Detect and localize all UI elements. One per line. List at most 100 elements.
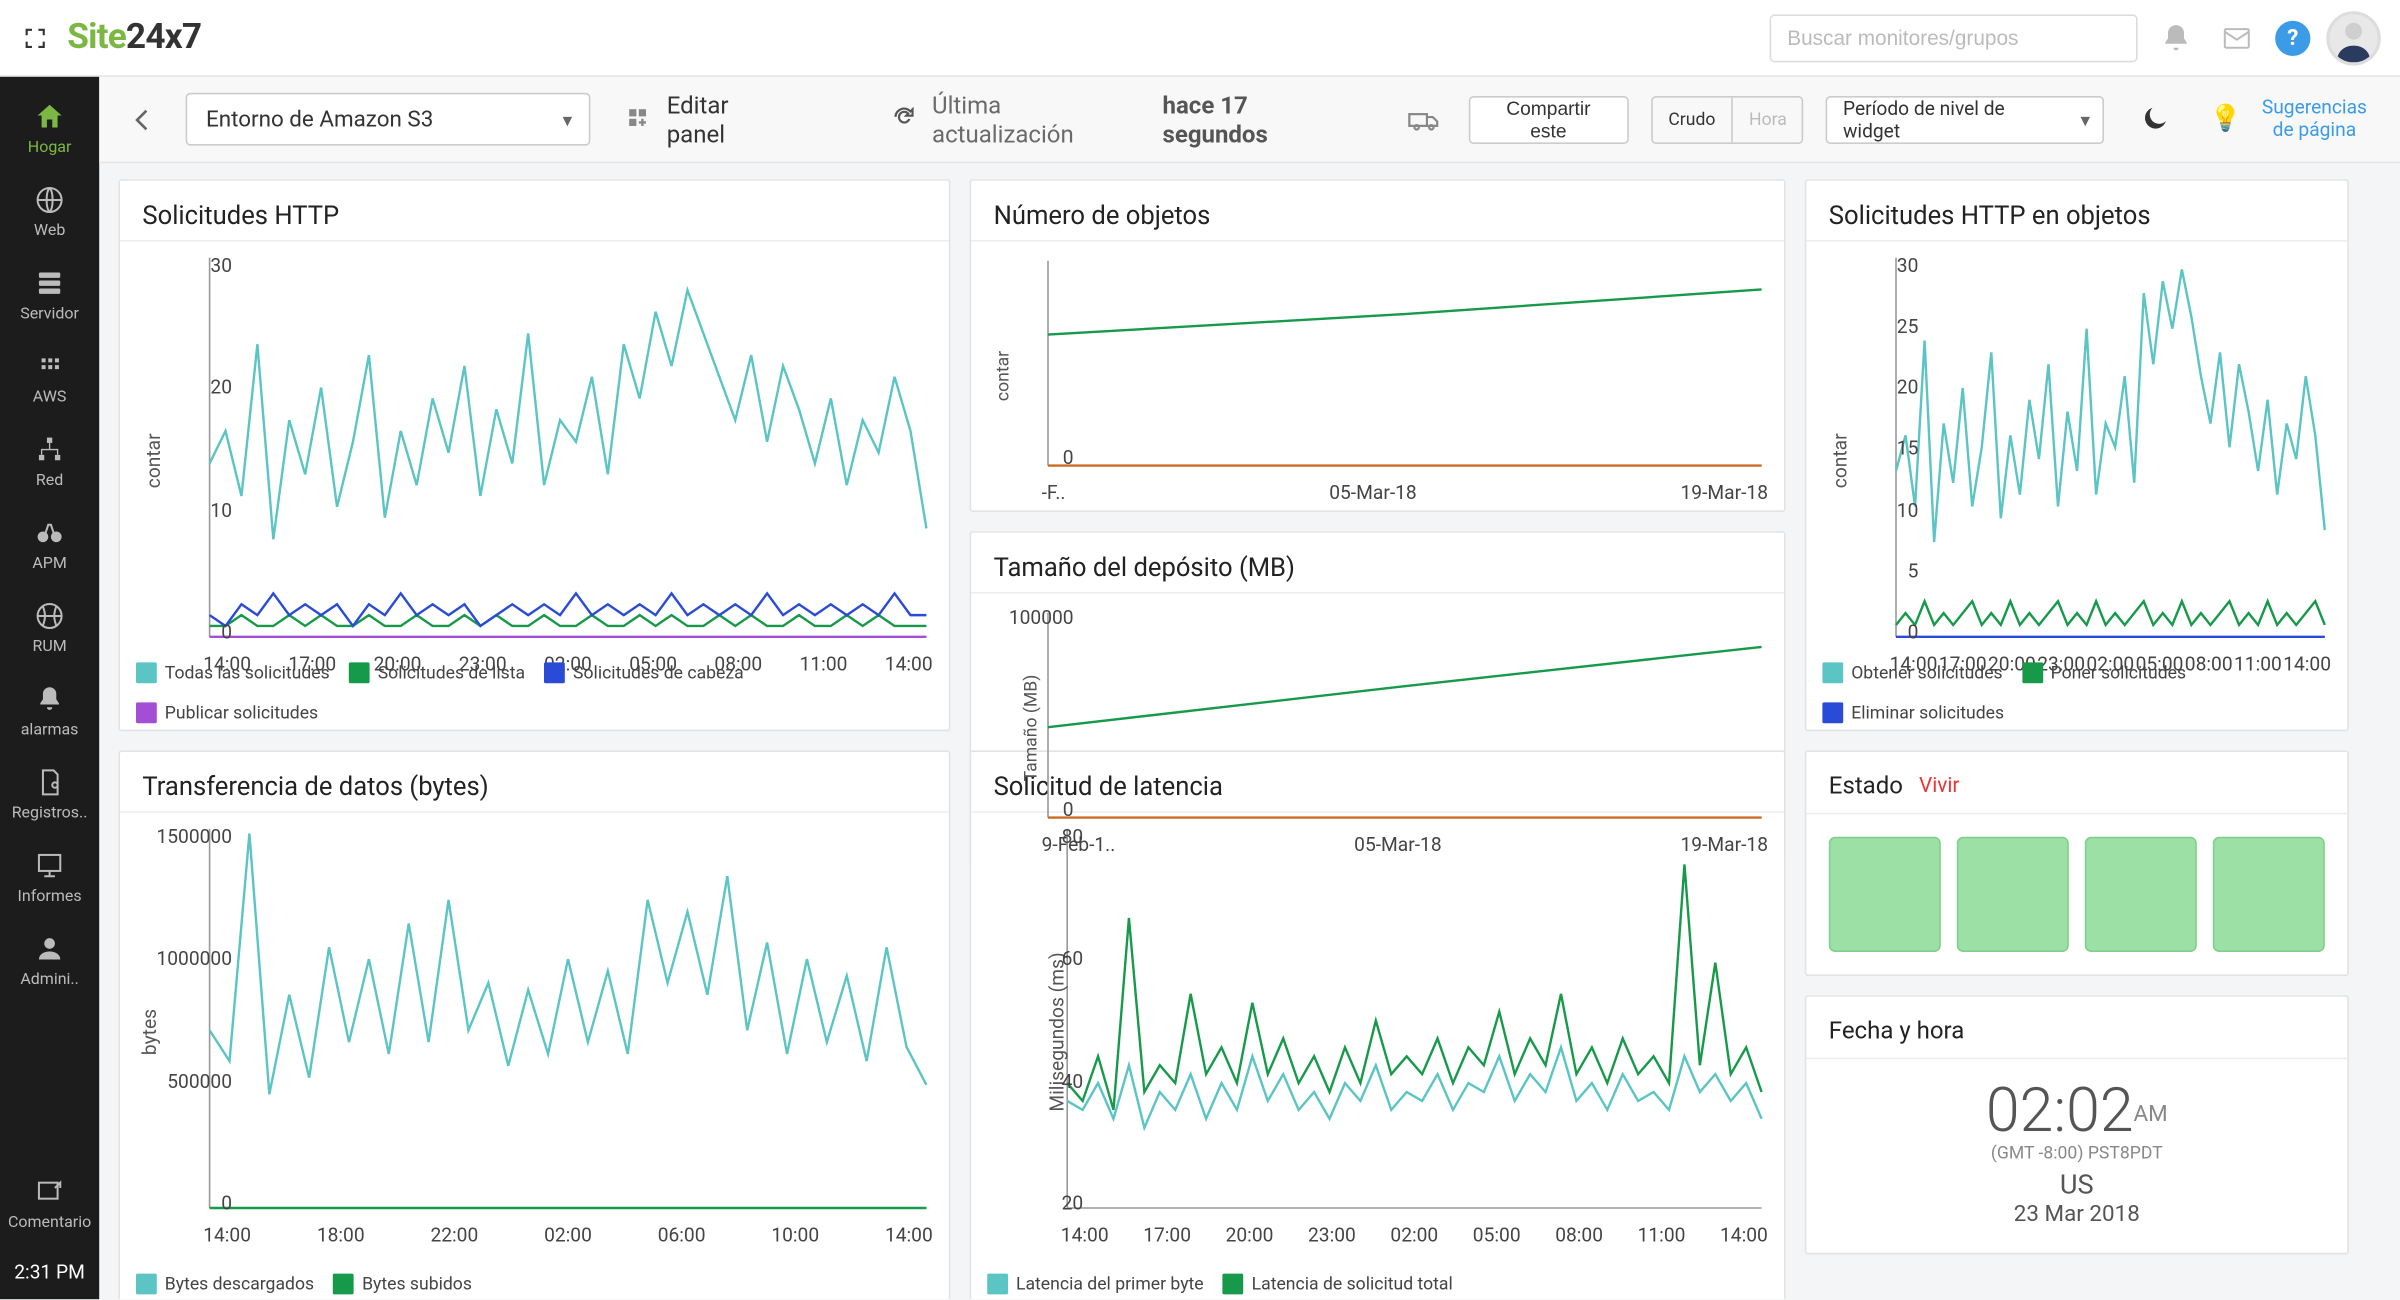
x-ticks: 14:0018:0022:0002:0006:0010:0014:00 <box>203 1221 933 1247</box>
page-suggestions-link[interactable]: 💡 Sugerencias de página <box>2210 97 2378 141</box>
left-sidebar: Hogar Web Servidor AWS Red APM RUM alarm… <box>0 77 99 1299</box>
chart-objcount[interactable]: contar 0 -F..05-Mar-1819-Mar-18 <box>971 242 1784 511</box>
sidebar-label: Red <box>36 472 63 490</box>
sidebar-label: Web <box>34 222 65 240</box>
globe-icon <box>32 182 67 217</box>
x-ticks: -F..05-Mar-1819-Mar-18 <box>1042 482 1768 504</box>
panel-http-objects: Solicitudes HTTP en objetos contar 05101… <box>1805 179 2349 731</box>
chart-latency[interactable]: Milisegundos (ms) 20406080 14:0017:0020:… <box>971 813 1784 1299</box>
y-label: contar <box>992 351 1013 401</box>
sidebar-label: Hogar <box>28 139 72 157</box>
last-update-label: Última actualización <box>932 90 1147 148</box>
bell2-icon <box>32 682 67 717</box>
sidebar-label: Comentario <box>8 1214 91 1232</box>
panel-object-count: Número de objetos contar 0 -F..05-Mar-18… <box>970 179 1786 512</box>
panel-title: Estado <box>1829 771 1903 800</box>
chart-httpobj[interactable]: contar 051015202530 14:0017:0020:0023:00… <box>1806 242 2347 730</box>
dt-date: 23 Mar 2018 <box>1822 1202 2331 1228</box>
sidebar-item-feedback[interactable]: Comentario <box>0 1162 99 1245</box>
bell-icon[interactable] <box>2154 15 2199 60</box>
sidebar-item-alarms[interactable]: alarmas <box>0 669 99 752</box>
truck-icon[interactable] <box>1402 97 1446 142</box>
bulb-icon: 💡 <box>2210 104 2242 133</box>
y-ticks: 20406080 <box>1003 826 1083 1215</box>
dark-mode-icon[interactable] <box>2140 102 2175 137</box>
globe2-icon <box>32 598 67 633</box>
sidebar-clock: 2:31 PM <box>0 1245 99 1299</box>
aws-icon <box>32 349 67 384</box>
file-icon <box>32 765 67 800</box>
dt-time: 02:02 <box>1986 1077 2134 1147</box>
y-ticks: 0 <box>1019 254 1073 468</box>
panel-data-transfer: Transferencia de datos (bytes) bytes 050… <box>118 750 950 1299</box>
sidebar-item-admin[interactable]: Admini.. <box>0 918 99 1001</box>
user-avatar[interactable] <box>2326 10 2380 64</box>
legend: Latencia del primer byteLatencia de soli… <box>987 1274 1768 1295</box>
help-icon[interactable]: ? <box>2275 20 2310 55</box>
dt-timezone: (GMT -8:00) PST8PDT <box>1822 1142 2331 1163</box>
pencil-icon <box>32 1174 67 1209</box>
sidebar-item-reports[interactable]: Informes <box>0 835 99 918</box>
sidebar-label: AWS <box>33 389 67 407</box>
brand-site: Site <box>67 18 126 58</box>
sidebar-item-home[interactable]: Hogar <box>0 86 99 169</box>
status-box[interactable] <box>2213 837 2325 952</box>
sidebar-item-server[interactable]: Servidor <box>0 253 99 336</box>
dashboard-toolbar: Entorno de Amazon S3 Editar panel Última… <box>99 77 2400 163</box>
sidebar-label: Informes <box>18 888 82 906</box>
environment-value: Entorno de Amazon S3 <box>206 106 433 132</box>
panel-status: Estado Vivir <box>1805 750 2349 976</box>
panel-latency: Solicitud de latencia Milisegundos (ms) … <box>970 750 1786 1299</box>
sidebar-label: RUM <box>32 638 66 656</box>
panel-title: Solicitudes HTTP <box>120 181 949 242</box>
sidebar-item-network[interactable]: Red <box>0 419 99 502</box>
suggest-label: Sugerencias de página <box>2251 97 2377 141</box>
sidebar-item-aws[interactable]: AWS <box>0 336 99 419</box>
chart-data[interactable]: bytes 050000010000001500000 14:0018:0022… <box>120 813 949 1299</box>
brand-24x7: 24x7 <box>126 18 201 58</box>
legend: Obtener solicitudesPoner solicitudesElim… <box>1822 662 2331 723</box>
binoculars-icon <box>32 515 67 550</box>
server-icon <box>32 266 67 301</box>
panel-title: Transferencia de datos (bytes) <box>120 752 949 813</box>
sidebar-item-logs[interactable]: Registros.. <box>0 752 99 835</box>
panel-datetime: Fecha y hora 02:02AM (GMT -8:00) PST8PDT… <box>1805 995 2349 1254</box>
raw-hour-toggle[interactable]: Crudo Hora <box>1651 95 1803 143</box>
status-box[interactable] <box>2085 837 2197 952</box>
y-ticks: 051015202530 <box>1838 254 1918 643</box>
panel-title: Número de objetos <box>971 181 1784 242</box>
environment-select[interactable]: Entorno de Amazon S3 <box>185 93 590 146</box>
seg-raw[interactable]: Crudo <box>1652 97 1733 142</box>
sidebar-item-apm[interactable]: APM <box>0 502 99 585</box>
back-arrow-icon[interactable] <box>122 98 163 140</box>
chart-http[interactable]: contar 0102030 14:0017:0020:0023:0002:00… <box>120 242 949 730</box>
sidebar-label: APM <box>32 555 66 573</box>
y-ticks: 1000000 <box>1019 606 1073 820</box>
sidebar-item-rum[interactable]: RUM <box>0 586 99 669</box>
period-select[interactable]: Período de nivel de widget <box>1825 95 2104 143</box>
sidebar-item-web[interactable]: Web <box>0 170 99 253</box>
status-box[interactable] <box>1957 837 2069 952</box>
sidebar-label: Admini.. <box>20 971 79 989</box>
search-input[interactable] <box>1770 14 2138 62</box>
status-box[interactable] <box>1829 837 1941 952</box>
legend: Bytes descargadosBytes subidos <box>136 1274 933 1295</box>
brand-logo: Site24x7 <box>67 18 201 58</box>
edit-panel-label: Editar panel <box>667 90 792 148</box>
user-icon <box>32 931 67 966</box>
panel-title: Fecha y hora <box>1806 997 2347 1059</box>
home-icon <box>32 99 67 134</box>
refresh-icon[interactable] <box>890 103 916 135</box>
legend: Todas las solicitudesSolicitudes de list… <box>136 662 933 723</box>
panel-title: Solicitudes HTTP en objetos <box>1806 181 2347 242</box>
live-label: Vivir <box>1919 774 1960 798</box>
network-icon <box>32 432 67 467</box>
envelope-icon[interactable] <box>2214 15 2259 60</box>
fullscreen-icon[interactable] <box>19 22 51 54</box>
last-update-value: hace 17 segundos <box>1163 90 1357 148</box>
seg-hour[interactable]: Hora <box>1733 97 1803 142</box>
edit-panel-button[interactable]: Editar panel <box>612 84 804 154</box>
sidebar-label: Servidor <box>20 306 79 324</box>
y-ticks: 050000010000001500000 <box>152 826 232 1215</box>
share-button[interactable]: Compartir este <box>1468 95 1628 143</box>
